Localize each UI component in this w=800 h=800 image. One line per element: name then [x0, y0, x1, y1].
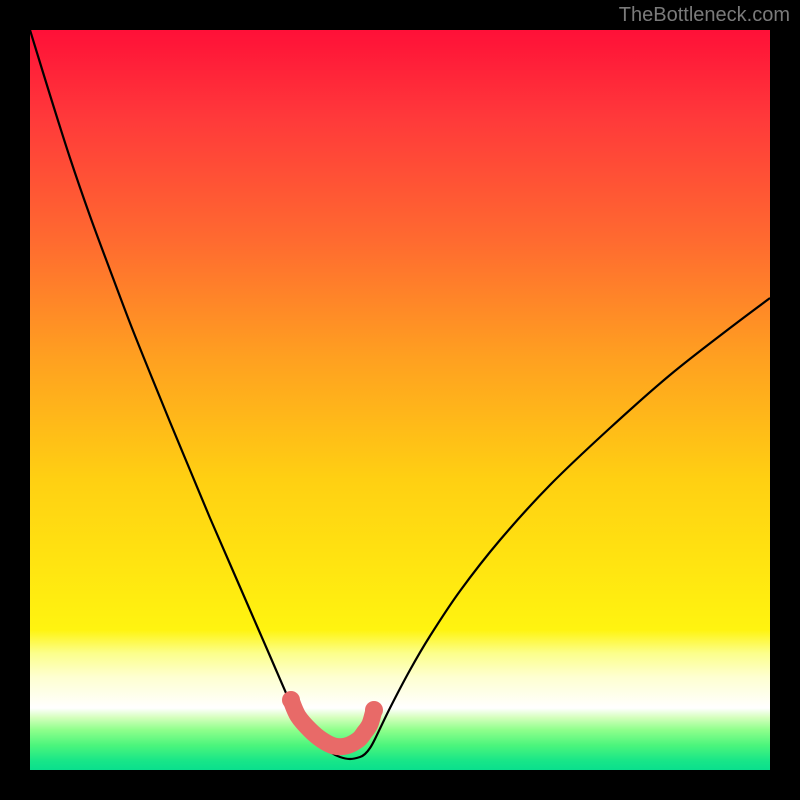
watermark-text: TheBottleneck.com: [619, 4, 790, 27]
gradient-green-band: [30, 708, 770, 770]
gradient-red-yellow: [30, 30, 770, 630]
chart-plot-area: [30, 30, 770, 770]
gradient-pale-band: [30, 630, 770, 708]
outer-frame: TheBottleneck.com: [0, 0, 800, 800]
